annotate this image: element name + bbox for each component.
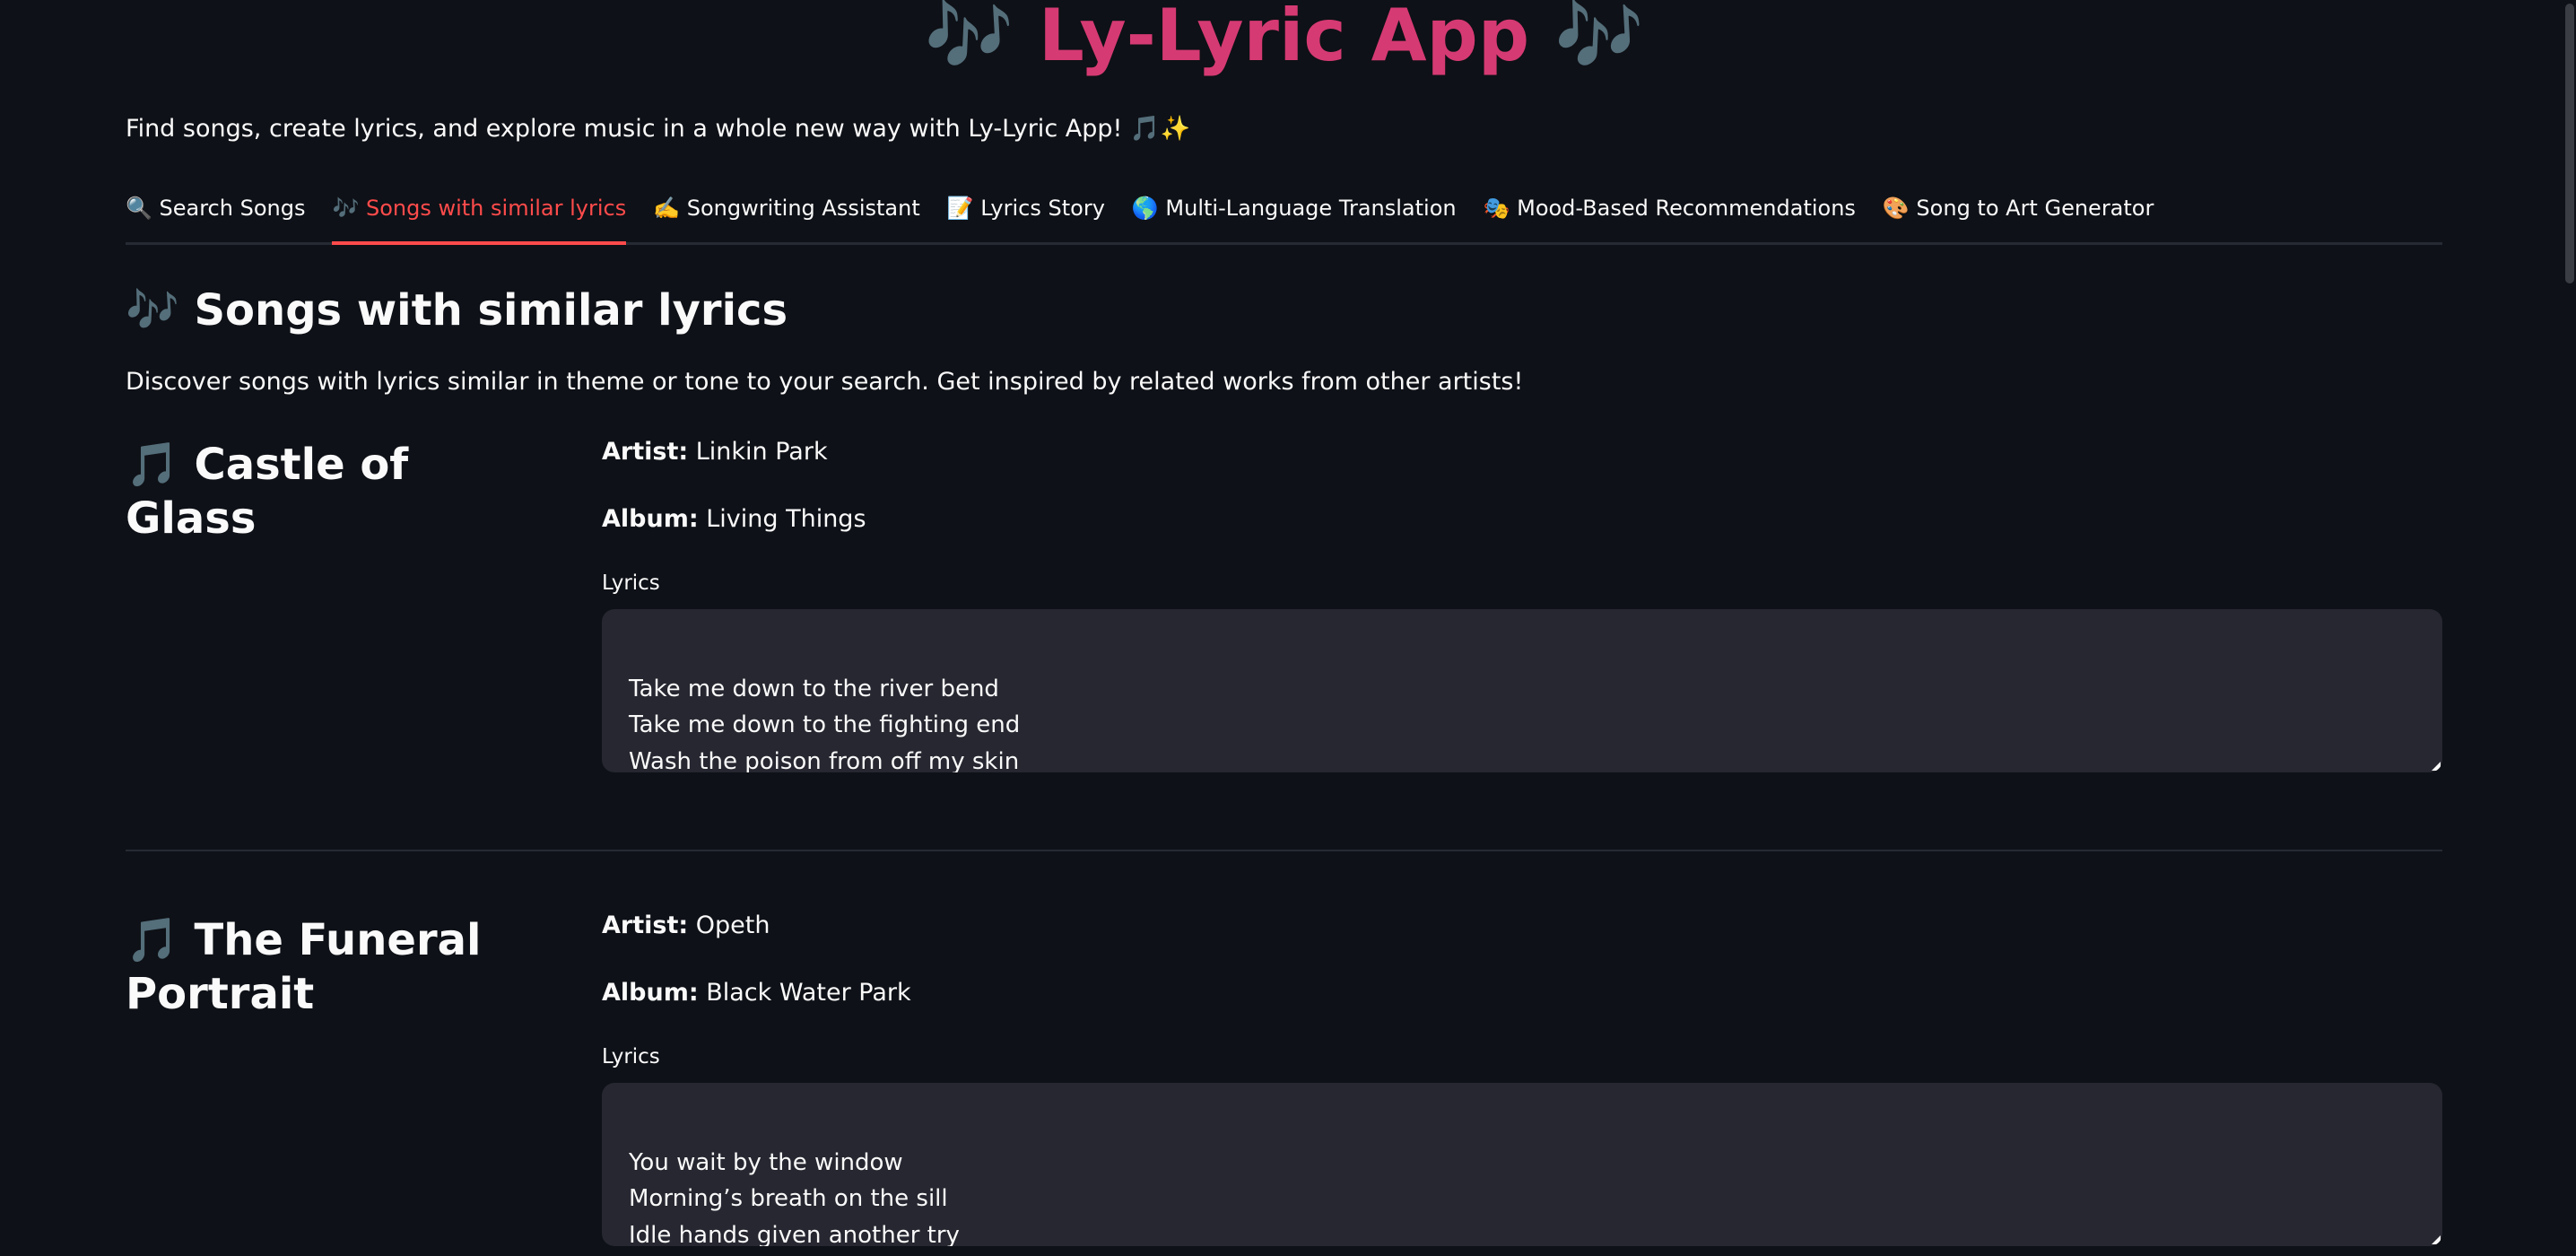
lyrics-text: You wait by the window Morning’s breath … [629, 1148, 960, 1247]
section-title: 🎶 Songs with similar lyrics [126, 285, 788, 336]
song-title: 🎵 Castle of Glass [126, 440, 409, 544]
tab-translation[interactable]: 🌎 Multi-Language Translation [1132, 187, 1457, 242]
song-artist: Artist: Opeth [602, 908, 770, 944]
scrollbar-thumb[interactable] [2565, 4, 2574, 283]
album-value: Living Things [706, 505, 866, 533]
tab-search-songs[interactable]: 🔍 Search Songs [126, 187, 305, 242]
section-description: Discover songs with lyrics similar in th… [126, 368, 1524, 396]
artist-label: Artist: [602, 438, 689, 466]
song-album: Album: Living Things [602, 502, 866, 537]
resize-handle-icon[interactable] [2432, 762, 2441, 771]
app-tagline: Find songs, create lyrics, and explore m… [126, 115, 1191, 143]
tab-art-generator[interactable]: 🎨 Song to Art Generator [1883, 187, 2154, 242]
app-title: 🎶 Ly-Lyric App 🎶 [924, 0, 1644, 77]
song-title: 🎵 The Funeral Portrait [126, 915, 482, 1019]
song-album: Album: Black Water Park [602, 975, 911, 1011]
artist-value: Opeth [695, 911, 770, 939]
resize-handle-icon[interactable] [2432, 1235, 2441, 1244]
lyrics-text: Take me down to the river bend Take me d… [629, 675, 1021, 773]
song-divider [126, 850, 2442, 851]
album-value: Black Water Park [706, 979, 911, 1007]
tab-bar: 🔍 Search Songs 🎶 Songs with similar lyri… [126, 187, 2442, 245]
lyrics-textarea[interactable]: Take me down to the river bend Take me d… [602, 609, 2442, 772]
tab-mood-recommendations[interactable]: 🎭 Mood-Based Recommendations [1484, 187, 1856, 242]
lyrics-textarea[interactable]: You wait by the window Morning’s breath … [602, 1083, 2442, 1246]
artist-label: Artist: [602, 911, 689, 939]
tab-lyrics-story[interactable]: 📝 Lyrics Story [947, 187, 1105, 242]
lyrics-label: Lyrics [602, 571, 660, 595]
artist-value: Linkin Park [695, 438, 828, 466]
lyrics-label: Lyrics [602, 1045, 660, 1068]
tab-songwriting-assistant[interactable]: ✍️ Songwriting Assistant [653, 187, 920, 242]
tab-similar-lyrics[interactable]: 🎶 Songs with similar lyrics [332, 187, 626, 245]
album-label: Album: [602, 979, 699, 1007]
page-scrollbar[interactable] [2563, 0, 2576, 1256]
album-label: Album: [602, 505, 699, 533]
song-artist: Artist: Linkin Park [602, 434, 828, 470]
app-root: 🎶 Ly-Lyric App 🎶 Find songs, create lyri… [0, 0, 2576, 1256]
